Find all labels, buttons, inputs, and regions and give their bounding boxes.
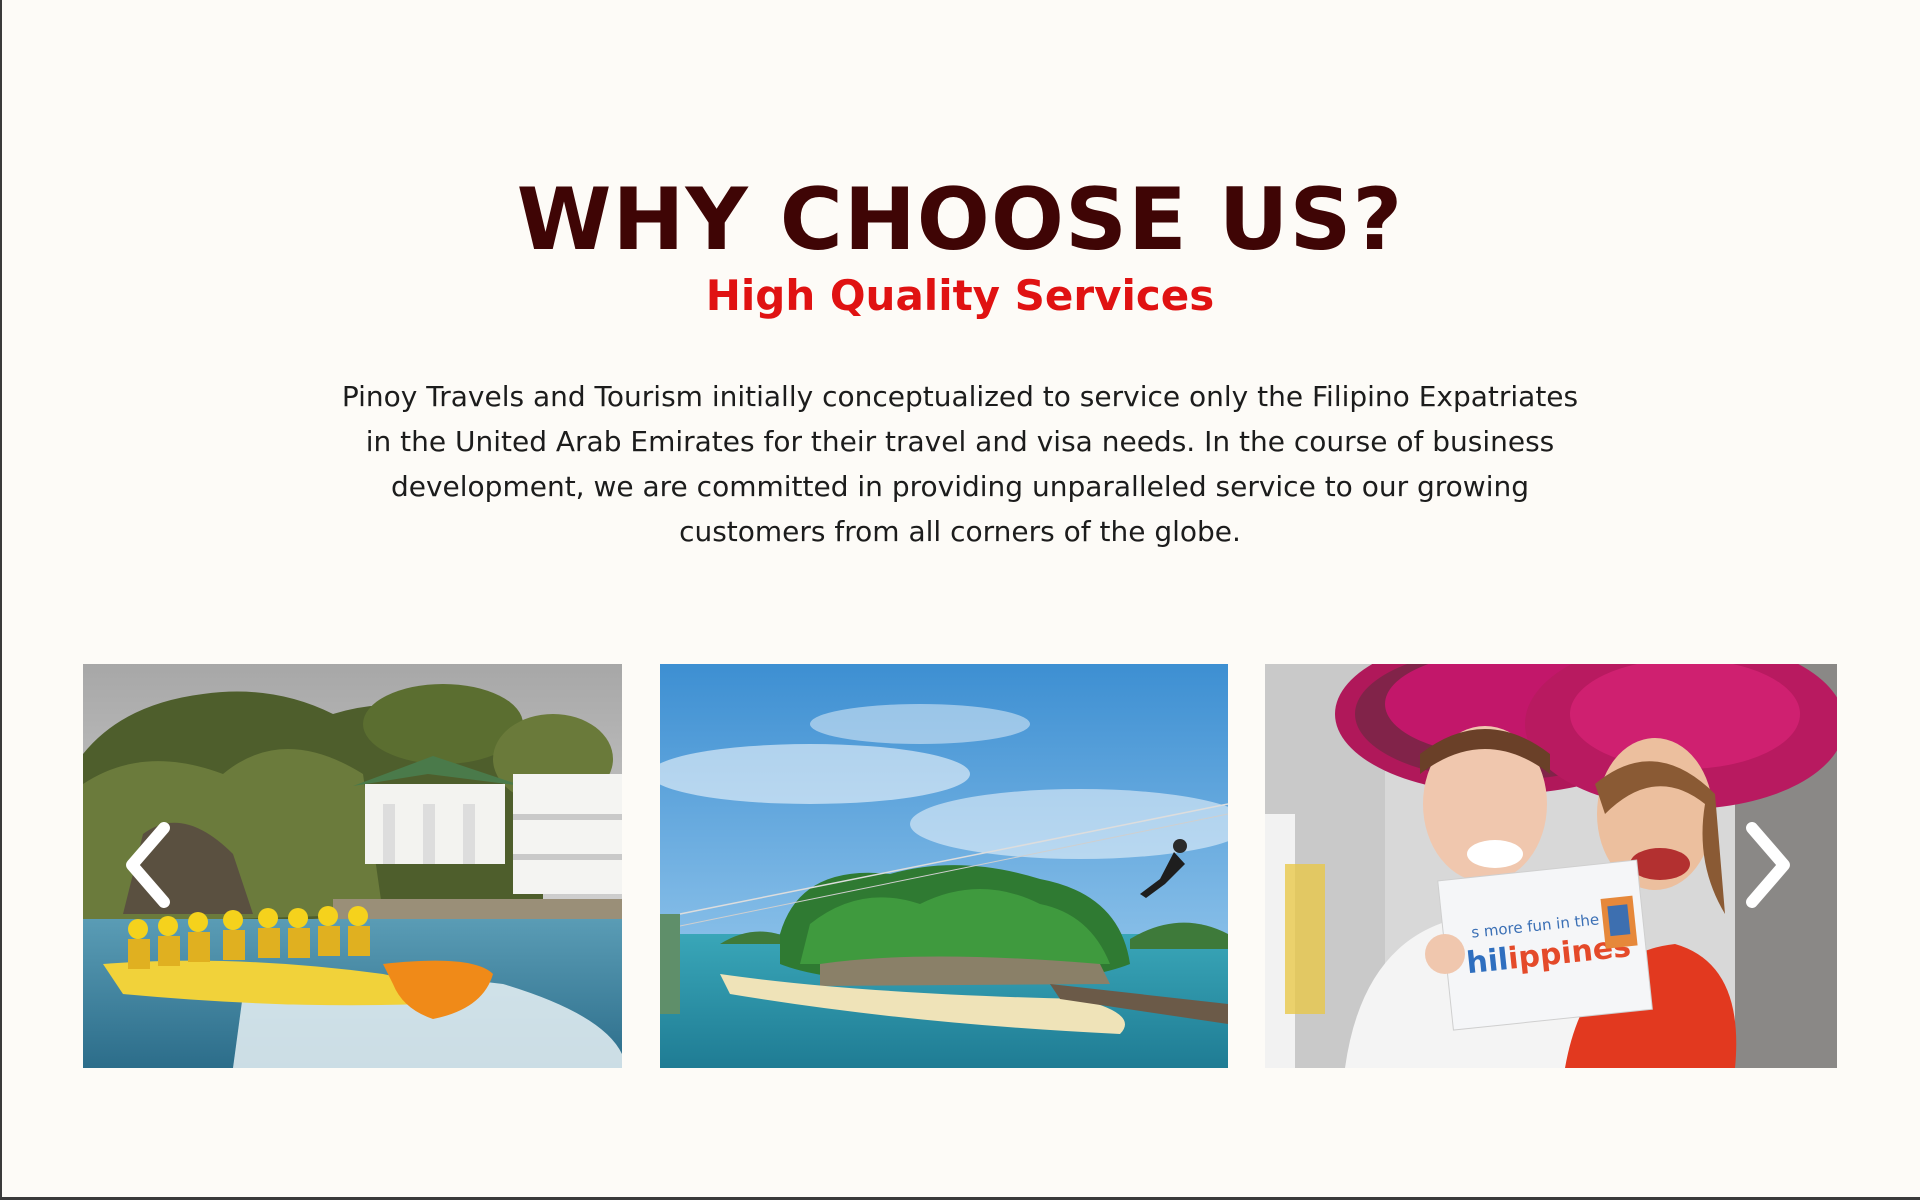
section-subtitle: High Quality Services — [705, 271, 1215, 320]
carousel-next-button[interactable] — [1738, 820, 1798, 910]
carousel-prev-button[interactable] — [118, 820, 178, 910]
chevron-left-icon — [126, 822, 170, 908]
section-title: WHY CHOOSE US? — [516, 170, 1404, 270]
island-zipline-photo — [660, 664, 1228, 1068]
section-description: Pinoy Travels and Tourism initially conc… — [341, 380, 1579, 548]
carousel-slide-island-zipline[interactable] — [660, 664, 1228, 1068]
chevron-right-icon — [1746, 822, 1790, 908]
